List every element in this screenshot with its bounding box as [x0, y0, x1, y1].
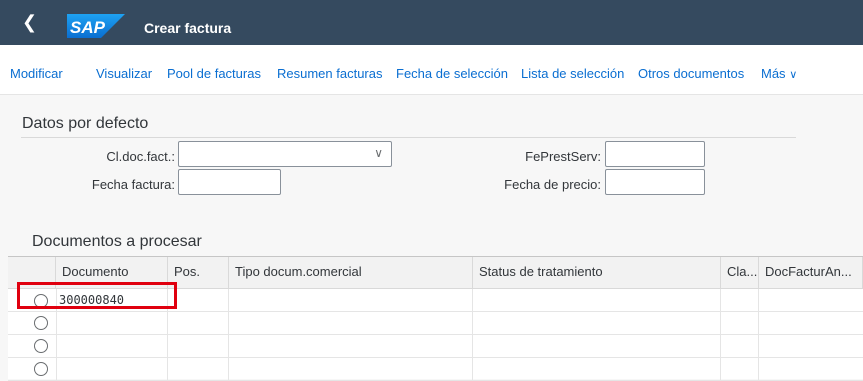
cla-cell [721, 358, 759, 381]
invoice-date-input[interactable] [178, 169, 281, 195]
pos-cell[interactable] [168, 335, 229, 358]
toolbar-mas-label: Más [761, 66, 786, 81]
tipo-cell [229, 335, 473, 358]
table-row[interactable] [8, 335, 863, 358]
price-date-input[interactable] [605, 169, 705, 195]
toolbar-visualizar-button[interactable]: Visualizar [96, 66, 152, 81]
toolbar-fecha-seleccion-button[interactable]: Fecha de selección [396, 66, 508, 81]
doc-type-label: Cl.doc.fact.: [106, 149, 175, 164]
pos-cell[interactable] [168, 312, 229, 335]
cla-cell [721, 289, 759, 312]
tipo-cell [229, 289, 473, 312]
status-cell [473, 312, 721, 335]
toolbar-pool-facturas-button[interactable]: Pool de facturas [167, 66, 261, 81]
pos-cell[interactable] [168, 289, 229, 312]
chevron-down-icon[interactable]: ∨ [374, 146, 383, 160]
toolbar-otros-documentos-button[interactable]: Otros documentos [638, 66, 744, 81]
documento-cell[interactable] [56, 335, 168, 358]
back-icon[interactable]: ❮ [22, 13, 42, 33]
column-header-pos[interactable]: Pos. [168, 257, 229, 289]
service-date-input[interactable] [605, 141, 705, 167]
documents-table: Documento Pos. Tipo docum.comercial Stat… [8, 256, 863, 381]
chevron-down-icon: ∨ [789, 68, 798, 81]
table-row[interactable] [8, 358, 863, 381]
documento-cell[interactable] [56, 312, 168, 335]
svg-text:SAP: SAP [70, 18, 106, 37]
column-header-cla[interactable]: Cla... [721, 257, 759, 289]
tipo-cell [229, 358, 473, 381]
cla-cell [721, 335, 759, 358]
column-header-tipo-docum[interactable]: Tipo docum.comercial [229, 257, 473, 289]
column-header-docfacturan[interactable]: DocFacturAn... [759, 257, 863, 289]
status-cell [473, 335, 721, 358]
sap-logo: SAP [67, 14, 125, 38]
toolbar-lista-seleccion-button[interactable]: Lista de selección [521, 66, 624, 81]
row-select-radio[interactable] [34, 316, 48, 330]
pos-cell[interactable] [168, 358, 229, 381]
toolbar-resumen-facturas-button[interactable]: Resumen facturas [277, 66, 383, 81]
app-title: Crear factura [144, 20, 232, 36]
status-cell [473, 358, 721, 381]
highlight-box [17, 282, 177, 309]
cla-cell [721, 312, 759, 335]
tipo-cell [229, 312, 473, 335]
invoice-date-label: Fecha factura: [91, 177, 175, 192]
status-cell [473, 289, 721, 312]
column-header-status[interactable]: Status de tratamiento [473, 257, 721, 289]
price-date-label: Fecha de precio: [504, 177, 601, 192]
documents-section-title: Documentos a procesar [32, 233, 202, 250]
toolbar-mas-button[interactable]: Más ∨ [761, 66, 797, 81]
toolbar: Modificar Visualizar Pool de facturas Re… [0, 45, 863, 95]
documento-cell[interactable] [56, 358, 168, 381]
shell-bar: ❮ SAP Crear factura [0, 0, 863, 45]
service-date-label: FePrestServ: [525, 149, 601, 164]
row-select-radio[interactable] [34, 362, 48, 376]
section-divider [21, 137, 796, 138]
defaults-section-title: Datos por defecto [22, 115, 149, 132]
doc-type-select[interactable]: ∨ [178, 141, 392, 167]
table-row[interactable] [8, 312, 863, 335]
toolbar-modificar-button[interactable]: Modificar [10, 66, 63, 81]
row-select-radio[interactable] [34, 339, 48, 353]
